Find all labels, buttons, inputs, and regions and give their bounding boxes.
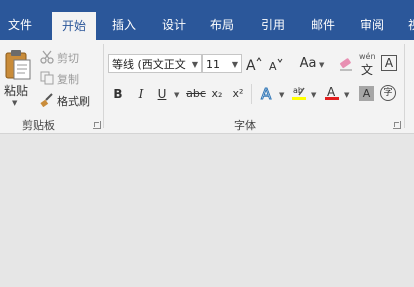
tab-home[interactable]: 开始 — [52, 12, 96, 40]
underline-dropdown-arrow[interactable]: ▼ — [174, 91, 179, 99]
strikethrough-button[interactable]: abc — [185, 86, 207, 102]
tab-insert[interactable]: 插入 — [104, 10, 144, 40]
font-dialog-launcher-icon[interactable] — [393, 121, 401, 129]
row-separator — [251, 84, 252, 104]
font-color-bar — [325, 97, 339, 100]
font-name-value: 等线 (西文正文 — [112, 58, 186, 71]
tab-references[interactable]: 引用 — [253, 10, 293, 40]
underline-button[interactable]: U — [155, 86, 169, 102]
cut-label[interactable]: 剪切 — [57, 50, 79, 66]
phonetic-guide-char[interactable]: 文 — [361, 61, 373, 78]
enclose-characters-button[interactable]: 字 — [380, 85, 396, 101]
font-color-dropdown-arrow[interactable]: ▼ — [344, 91, 349, 99]
tab-mailings[interactable]: 邮件 — [303, 10, 343, 40]
clipboard-dialog-launcher-icon[interactable] — [93, 121, 101, 129]
text-effects-dropdown-arrow[interactable]: ▼ — [279, 91, 284, 99]
highlight-color-bar — [292, 97, 306, 100]
clear-formatting-icon[interactable] — [338, 56, 354, 76]
highlight-color-icon[interactable]: ab — [290, 84, 308, 106]
document-area[interactable] — [0, 134, 414, 287]
character-border-button[interactable]: A — [381, 55, 397, 71]
character-shading-button[interactable]: A — [359, 86, 374, 101]
copy-label[interactable]: 复制 — [57, 71, 79, 87]
superscript-button[interactable]: x² — [230, 86, 246, 102]
font-color-icon[interactable]: A — [323, 84, 341, 106]
paste-dropdown-arrow[interactable]: ▼ — [12, 99, 17, 107]
subscript-button[interactable]: x₂ — [209, 86, 225, 102]
paste-button[interactable] — [4, 48, 32, 80]
tab-review[interactable]: 审阅 — [352, 10, 392, 40]
cut-icon[interactable] — [40, 49, 54, 68]
format-painter-label[interactable]: 格式刷 — [57, 93, 90, 109]
font-size-combo[interactable]: 11 ▼ — [202, 54, 242, 73]
bold-button[interactable]: B — [111, 86, 125, 102]
svg-text:A: A — [246, 58, 256, 72]
chevron-down-icon: ▼ — [191, 60, 198, 69]
shrink-font-icon[interactable]: A — [268, 57, 284, 77]
font-group-label: 字体 — [234, 119, 256, 132]
phonetic-guide-pinyin[interactable]: wén — [359, 52, 376, 61]
title-bar — [0, 0, 414, 10]
font-name-combo[interactable]: 等线 (西文正文 ▼ — [108, 54, 202, 73]
svg-text:A: A — [261, 85, 272, 102]
text-effects-icon[interactable]: A — [259, 84, 277, 106]
change-case-button[interactable]: Aa — [296, 56, 320, 72]
clipboard-group-label: 剪贴板 — [22, 119, 55, 132]
font-size-value: 11 — [206, 58, 220, 71]
italic-button[interactable]: I — [134, 86, 148, 102]
tab-view[interactable]: 视图 — [400, 10, 414, 40]
paste-icon — [5, 50, 31, 80]
format-painter-icon[interactable] — [40, 92, 54, 111]
tab-design[interactable]: 设计 — [154, 10, 194, 40]
highlight-dropdown-arrow[interactable]: ▼ — [311, 91, 316, 99]
copy-icon[interactable] — [40, 70, 54, 89]
paste-label[interactable]: 粘贴 — [4, 82, 28, 99]
change-case-dropdown-arrow[interactable]: ▼ — [319, 61, 324, 69]
grow-font-icon[interactable]: A — [246, 56, 262, 76]
chevron-down-icon: ▼ — [231, 60, 238, 69]
group-separator — [404, 44, 405, 128]
tab-layout[interactable]: 布局 — [202, 10, 242, 40]
svg-text:A: A — [269, 60, 277, 73]
ribbon-tab-bar: 文件 开始 插入 设计 布局 引用 邮件 审阅 视图 — [0, 10, 414, 40]
tab-file[interactable]: 文件 — [0, 10, 40, 40]
group-separator — [103, 44, 104, 128]
svg-text:A: A — [327, 85, 336, 99]
